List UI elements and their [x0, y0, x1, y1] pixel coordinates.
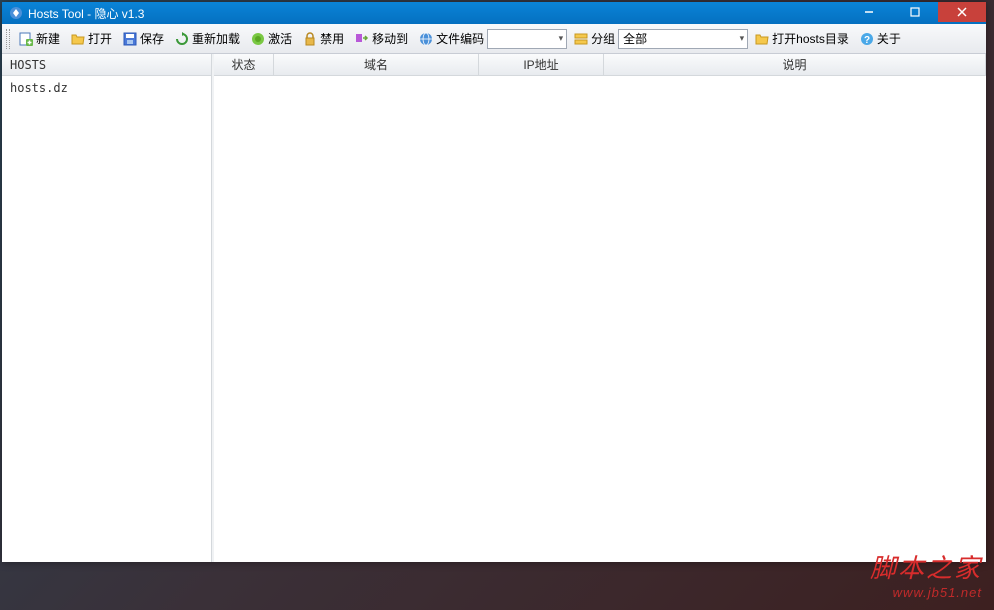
open-hosts-dir-label: 打开hosts目录 [772, 30, 849, 47]
content-area: HOSTS hosts.dz 状态 域名 IP地址 说明 [2, 54, 986, 562]
activate-label: 激活 [268, 30, 292, 47]
group-value: 全部 [623, 30, 647, 47]
group-icon [573, 31, 589, 47]
group-combo[interactable]: 全部 [618, 29, 748, 49]
encoding-label: 文件编码 [436, 30, 484, 47]
group-label: 分组 [591, 30, 615, 47]
about-button[interactable]: ? 关于 [855, 27, 905, 50]
close-button[interactable] [938, 2, 986, 22]
table-body[interactable] [214, 76, 986, 562]
help-icon: ? [859, 31, 875, 47]
open-hosts-dir-button[interactable]: 打开hosts目录 [750, 27, 853, 50]
moveto-icon [354, 31, 370, 47]
new-button[interactable]: 新建 [14, 27, 64, 50]
encoding-button[interactable]: 文件编码 [414, 27, 485, 50]
save-button[interactable]: 保存 [118, 27, 168, 50]
new-file-icon [18, 31, 34, 47]
maximize-button[interactable] [892, 2, 938, 22]
about-label: 关于 [877, 30, 901, 47]
app-window: Hosts Tool - 隐心 v1.3 新建 打开 保存 重新加载 激活 [2, 2, 986, 562]
toolbar-grip [6, 29, 10, 49]
svg-text:?: ? [864, 35, 870, 46]
watermark-url: www.jb51.net [870, 585, 982, 600]
disable-button[interactable]: 禁用 [298, 27, 348, 50]
lock-icon [302, 31, 318, 47]
save-icon [122, 31, 138, 47]
table-header: 状态 域名 IP地址 说明 [214, 54, 986, 76]
column-domain[interactable]: 域名 [274, 54, 479, 75]
titlebar[interactable]: Hosts Tool - 隐心 v1.3 [2, 2, 986, 24]
folder-icon [754, 31, 770, 47]
column-desc[interactable]: 说明 [604, 54, 986, 75]
encoding-combo[interactable] [487, 29, 567, 49]
toolbar: 新建 打开 保存 重新加载 激活 禁用 移动到 文件编码 [2, 24, 986, 54]
activate-button[interactable]: 激活 [246, 27, 296, 50]
globe-icon [418, 31, 434, 47]
open-button[interactable]: 打开 [66, 27, 116, 50]
new-label: 新建 [36, 30, 60, 47]
minimize-button[interactable] [846, 2, 892, 22]
moveto-button[interactable]: 移动到 [350, 27, 412, 50]
column-status[interactable]: 状态 [214, 54, 274, 75]
activate-icon [250, 31, 266, 47]
group-button[interactable]: 分组 [569, 27, 616, 50]
save-label: 保存 [140, 30, 164, 47]
moveto-label: 移动到 [372, 30, 408, 47]
disable-label: 禁用 [320, 30, 344, 47]
column-ip[interactable]: IP地址 [479, 54, 604, 75]
reload-icon [174, 31, 190, 47]
folder-open-icon [70, 31, 86, 47]
app-icon [8, 5, 24, 21]
sidebar: HOSTS hosts.dz [2, 54, 212, 562]
window-controls [846, 2, 986, 24]
open-label: 打开 [88, 30, 112, 47]
sidebar-item[interactable]: hosts.dz [2, 79, 211, 97]
sidebar-header: HOSTS [2, 54, 211, 76]
main-panel: 状态 域名 IP地址 说明 [212, 54, 986, 562]
reload-label: 重新加载 [192, 30, 240, 47]
reload-button[interactable]: 重新加载 [170, 27, 244, 50]
sidebar-list: hosts.dz [2, 76, 211, 562]
window-title: Hosts Tool - 隐心 v1.3 [28, 5, 846, 22]
